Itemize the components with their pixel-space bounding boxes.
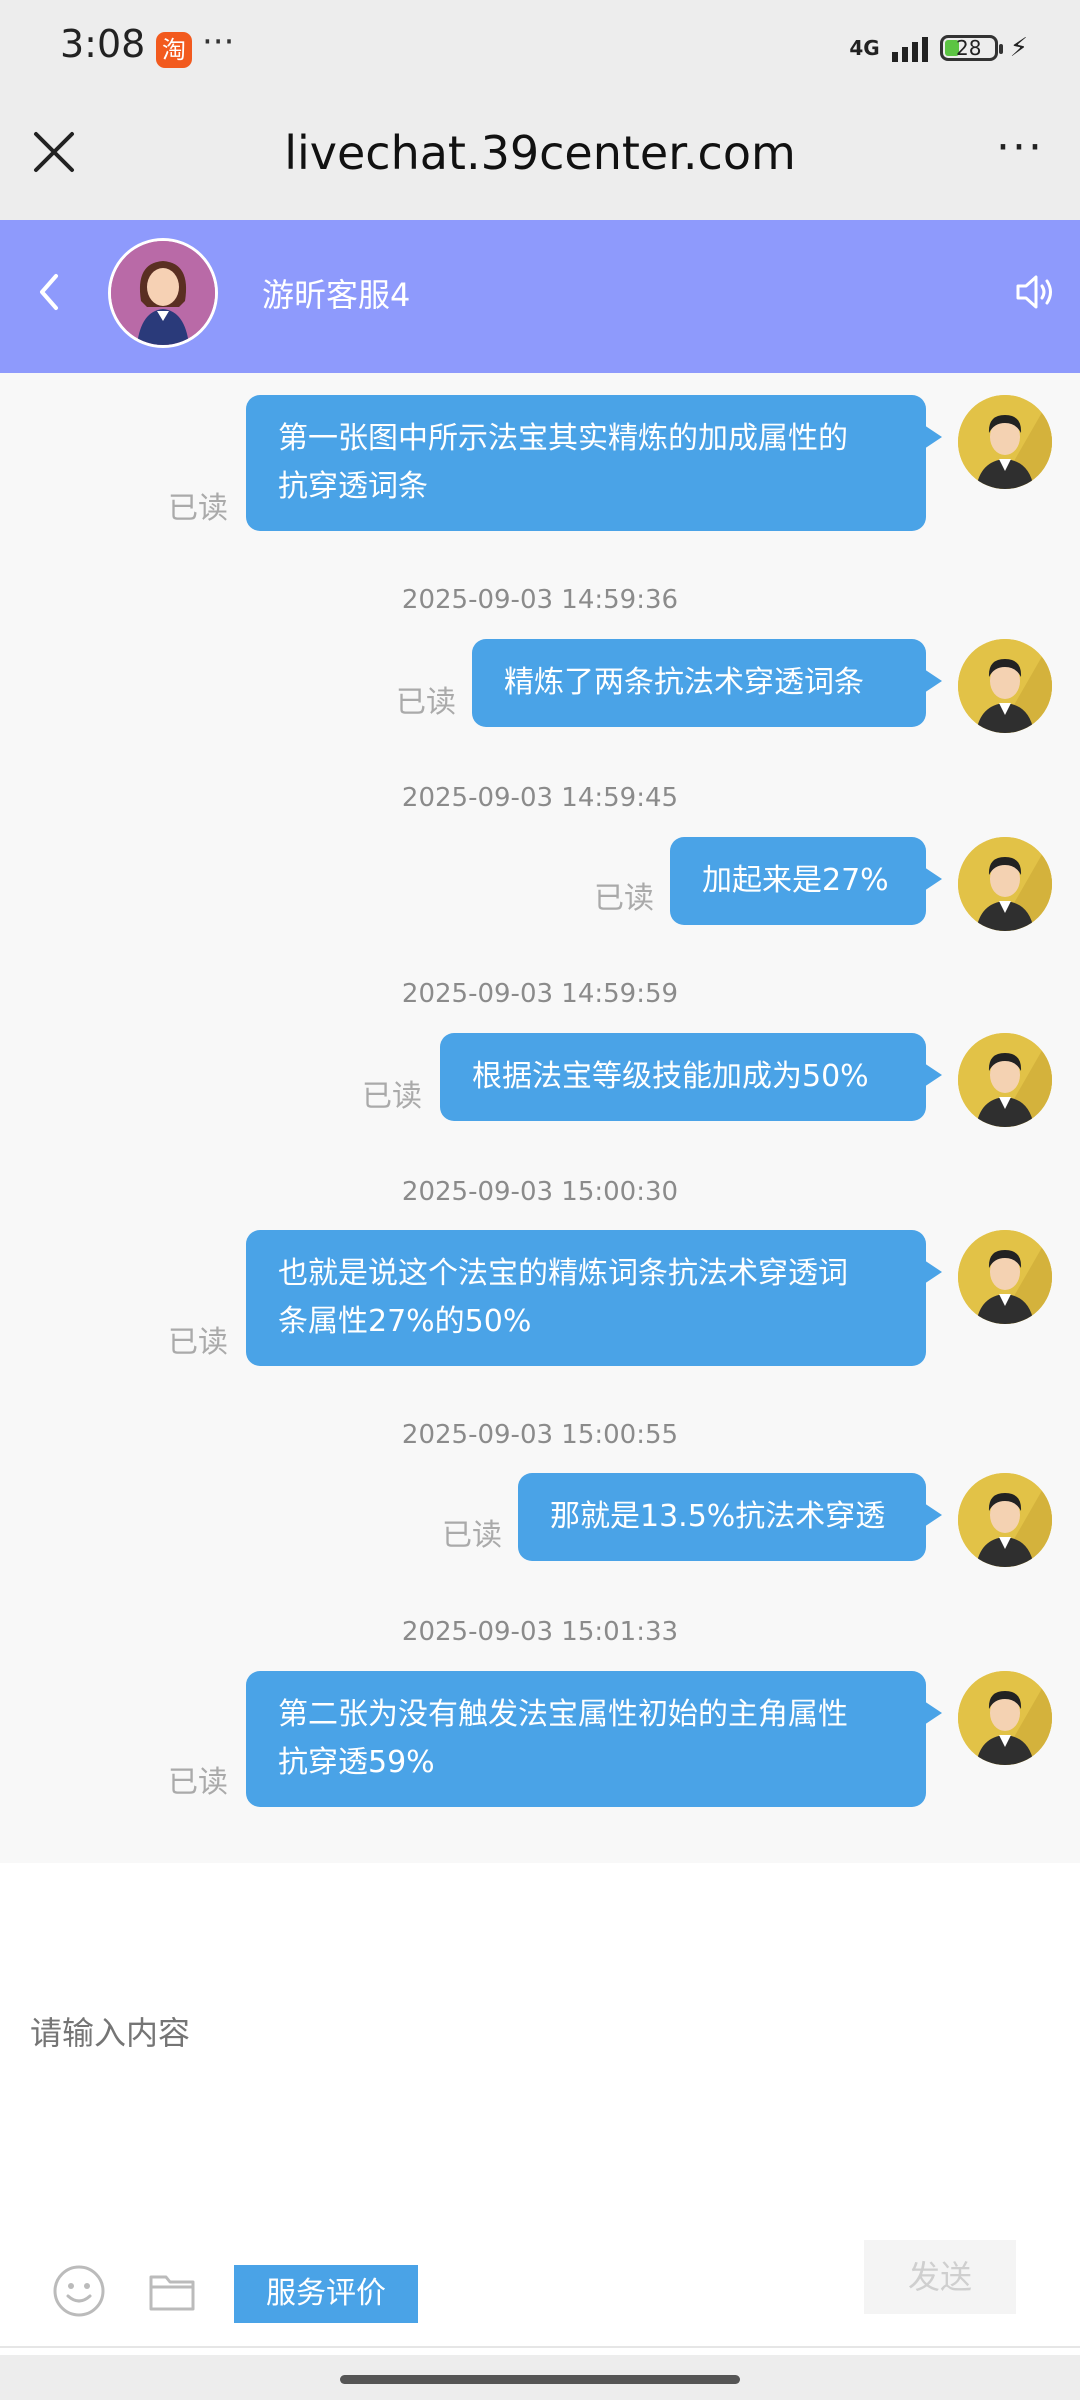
read-status: 已读 (168, 1325, 228, 1360)
read-status: 已读 (442, 1518, 502, 1553)
read-status: 已读 (396, 685, 456, 720)
message-text-line: 加起来是27% (702, 863, 889, 898)
read-status: 已读 (168, 1765, 228, 1800)
user-avatar (958, 1671, 1052, 1765)
message-text-line: 第二张为没有触发法宝属性初始的主角属性 (278, 1697, 848, 1732)
back-icon[interactable] (28, 262, 68, 322)
message-composer: 服务评价 发送 (0, 1863, 1080, 2355)
message-bubble[interactable]: 也就是说这个法宝的精炼词条抗法术穿透词 条属性27%的50% (246, 1230, 942, 1366)
home-indicator[interactable] (340, 2375, 740, 2384)
agent-avatar (108, 238, 218, 348)
message-text-line: 抗穿透词条 (278, 469, 428, 504)
message-text-line: 根据法宝等级技能加成为50% (472, 1059, 869, 1094)
chat-header: 游昕客服4 (0, 220, 1080, 373)
agent-name: 游昕客服4 (262, 276, 411, 314)
user-avatar (958, 1473, 1052, 1567)
emoji-icon[interactable] (52, 2264, 106, 2318)
message-timestamp: 2025-09-03 15:00:55 (401, 1420, 679, 1450)
network-type: 4G (849, 36, 880, 60)
user-avatar (958, 837, 1052, 931)
signal-icon (891, 34, 928, 62)
browser-toolbar: livechat.39center.com ··· (0, 96, 1080, 220)
more-menu-icon[interactable]: ··· (996, 122, 1044, 173)
status-indicators: 4G 28 ⚡ (849, 26, 1028, 70)
user-avatar (958, 395, 1052, 489)
message-timestamp: 2025-09-03 14:59:36 (401, 585, 679, 615)
read-status: 已读 (594, 881, 654, 916)
message-text-line: 第一张图中所示法宝其实精炼的加成属性的 (278, 421, 848, 456)
divider (0, 2346, 1080, 2348)
message-text-line: 条属性27%的50% (278, 1304, 532, 1339)
user-avatar (958, 1033, 1052, 1127)
user-avatar (958, 639, 1052, 733)
read-status: 已读 (362, 1079, 422, 1114)
message-timestamp: 2025-09-03 14:59:45 (401, 783, 679, 813)
speaker-icon[interactable] (1012, 268, 1060, 316)
message-bubble[interactable]: 根据法宝等级技能加成为50% (440, 1033, 942, 1121)
charging-icon: ⚡ (1009, 33, 1028, 63)
status-time: 3:08 (60, 22, 146, 66)
message-text-line: 精炼了两条抗法术穿透词条 (504, 665, 864, 700)
page-url-title: livechat.39center.com (284, 126, 796, 180)
status-bar: 3:08 淘 ··· 4G 28 ⚡ (0, 0, 1080, 96)
taobao-app-icon: 淘 (156, 32, 192, 68)
folder-icon[interactable] (148, 2271, 196, 2313)
message-input[interactable] (28, 2013, 1032, 2053)
message-timestamp: 2025-09-03 15:00:30 (401, 1177, 679, 1207)
battery-level: 28 (956, 36, 982, 60)
battery-icon: 28 (939, 35, 1003, 61)
more-notifications-icon: ··· (202, 22, 235, 62)
message-list: 第一张图中所示法宝其实精炼的加成属性的 抗穿透词条 已读 2025-09-03 … (0, 373, 1080, 1863)
send-button[interactable]: 发送 (864, 2240, 1016, 2314)
message-text-line: 抗穿透59% (278, 1745, 435, 1780)
message-text-line: 也就是说这个法宝的精炼词条抗法术穿透词 (278, 1256, 848, 1291)
service-rating-button[interactable]: 服务评价 (234, 2265, 418, 2323)
read-status: 已读 (168, 491, 228, 526)
message-bubble[interactable]: 加起来是27% (670, 837, 942, 925)
user-avatar (958, 1230, 1052, 1324)
message-bubble[interactable]: 精炼了两条抗法术穿透词条 (472, 639, 942, 727)
message-timestamp: 2025-09-03 15:01:33 (401, 1617, 679, 1647)
message-bubble[interactable]: 第一张图中所示法宝其实精炼的加成属性的 抗穿透词条 (246, 395, 942, 531)
message-text-line: 那就是13.5%抗法术穿透 (550, 1499, 886, 1534)
message-bubble[interactable]: 第二张为没有触发法宝属性初始的主角属性 抗穿透59% (246, 1671, 942, 1807)
message-timestamp: 2025-09-03 14:59:59 (401, 979, 679, 1009)
system-nav-bar (0, 2355, 1080, 2400)
message-bubble[interactable]: 那就是13.5%抗法术穿透 (518, 1473, 942, 1561)
